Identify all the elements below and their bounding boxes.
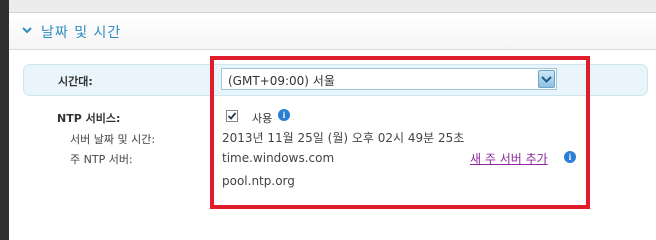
timezone-label: 시간대: [58,75,93,88]
section-header-date-time[interactable]: 날짜 및 시간 [9,13,656,50]
ntp-server-item: time.windows.com [222,151,335,165]
timezone-select[interactable]: (GMT+09:00) 서울 [221,68,557,90]
timezone-selected-value: (GMT+09:00) 서울 [228,74,335,88]
ntp-enabled-label: 사용 [252,112,273,125]
chevron-down-icon[interactable] [22,25,32,35]
window-edge [0,0,9,240]
server-datetime-value: 2013년 11월 25일 (월) 오후 02시 49분 25초 [222,131,465,145]
add-primary-server-link[interactable]: 새 주 서버 추가 [470,150,548,167]
top-bar [9,0,656,13]
ntp-service-label: NTP 서비스: [57,112,121,125]
info-icon[interactable]: i [278,109,290,121]
timezone-row: 시간대: (GMT+09:00) 서울 [23,64,648,96]
primary-ntp-server-label: 주 NTP 서버: [70,153,133,166]
ntp-server-item: pool.ntp.org [222,174,295,188]
server-datetime-label: 서버 날짜 및 시간: [70,133,156,146]
dropdown-arrow-icon[interactable] [538,70,555,88]
section-title: 날짜 및 시간 [41,25,122,41]
info-icon[interactable]: i [564,151,576,163]
ntp-enabled-checkbox[interactable] [226,110,238,122]
